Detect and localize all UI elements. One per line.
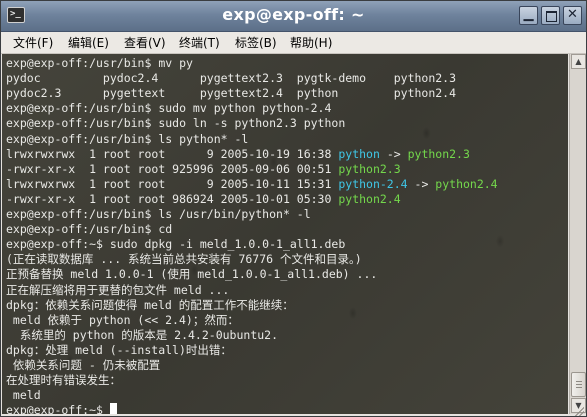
terminal-line: 依赖关系问题 - 仍未被配置 — [6, 357, 160, 373]
terminal-text: 正预备替换 meld 1.0.0-1 (使用 meld_1.0.0-1_all1… — [6, 267, 378, 282]
terminal-line: -rwxr-xr-x 1 root root 925996 2005-09-06… — [6, 161, 401, 177]
menu-terminal[interactable]: 终端(T) — [179, 34, 220, 51]
terminal-text: dpkg：依赖关系问题使得 meld 的配置工作不能继续： — [6, 297, 294, 312]
terminal-text: meld — [6, 388, 41, 403]
terminal-line: meld — [6, 387, 41, 403]
terminal-line: pydoc2.3 pygettext pygettext2.4 python p… — [6, 85, 456, 101]
terminal-text: exp@exp-off:/usr/bin$ cd — [6, 222, 173, 237]
terminal-window: >_ exp@exp-off: ~ ▁ ✕ 文件(F) 编辑(E) 查看(V) … — [0, 0, 587, 417]
terminal-text: 系统里的 python 的版本是 2.4.2-0ubuntu2. — [6, 327, 279, 342]
terminal-text: exp@exp-off:/usr/bin$ ls python* -l — [6, 131, 249, 146]
terminal-line: 系统里的 python 的版本是 2.4.2-0ubuntu2. — [6, 327, 278, 343]
grip-line — [576, 387, 582, 388]
window-title: exp@exp-off: ~ — [222, 5, 365, 24]
terminal-text: (正在读取数据库 ... 系统当前总共安装有 76776 个文件和目录。) — [6, 252, 362, 267]
menu-help[interactable]: 帮助(H) — [290, 34, 332, 51]
terminal-line: dpkg：依赖关系问题使得 meld 的配置工作不能继续： — [6, 297, 294, 313]
terminal-text: -> — [407, 176, 436, 191]
terminal-text: exp@exp-off:/usr/bin$ mv py — [6, 56, 193, 70]
grip-line — [576, 384, 582, 385]
executable-name: python2.3 — [407, 146, 470, 161]
terminal-text: 在处理时有错误发生： — [6, 373, 121, 388]
menu-edit[interactable]: 编辑(E) — [68, 34, 109, 51]
terminal-text: exp@exp-off:/usr/bin$ sudo ln -s python2… — [6, 116, 346, 131]
minimize-button[interactable]: ▁ — [519, 6, 538, 25]
maximize-icon — [546, 11, 557, 22]
terminal-line: exp@exp-off:~$ — [6, 402, 117, 414]
terminal-text: pydoc2.3 pygettext pygettext2.4 python p… — [6, 86, 457, 101]
executable-name: python2.4 — [435, 176, 498, 191]
terminal-text: pydoc pydoc2.4 pygettext2.3 pygtk-demo p… — [6, 71, 457, 86]
terminal-line: (正在读取数据库 ... 系统当前总共安装有 76776 个文件和目录。) — [6, 251, 362, 267]
executable-name: python2.4 — [338, 191, 401, 206]
terminal-output[interactable]: exp@exp-off:/usr/bin$ mv py pydoc pydoc2.… — [2, 54, 568, 414]
terminal-line: exp@exp-off:/usr/bin$ ls /usr/bin/python… — [6, 206, 311, 222]
terminal-text: -> — [379, 146, 408, 161]
terminal-text: -rwxr-xr-x 1 root root 925996 2005-09-06… — [6, 161, 339, 176]
terminal-text: meld 依赖于 python (<< 2.4)；然而： — [6, 312, 239, 327]
symlink-name: python — [338, 146, 380, 161]
terminal-text: exp@exp-off:/usr/bin$ sudo mv python pyt… — [6, 101, 332, 116]
maximize-button[interactable] — [541, 6, 560, 25]
terminal-line: exp@exp-off:/usr/bin$ mv py — [6, 55, 193, 71]
symlink-name: python-2.4 — [338, 176, 408, 191]
scroll-up-arrow-icon[interactable]: ▲ — [571, 54, 586, 69]
terminal-line: exp@exp-off:/usr/bin$ sudo ln -s python2… — [6, 115, 345, 131]
terminal-line: lrwxrwxrwx 1 root root 9 2005-10-19 16:3… — [6, 146, 470, 162]
terminal-text: lrwxrwxrwx 1 root root 9 2005-10-11 15:3… — [6, 176, 339, 191]
terminal-text: 正在解压缩将用于更替的包文件 meld ... — [6, 282, 230, 297]
terminal-line: 正预备替换 meld 1.0.0-1 (使用 meld_1.0.0-1_all1… — [6, 266, 377, 282]
terminal-line: exp@exp-off:/usr/bin$ cd — [6, 221, 172, 237]
terminal-line: meld 依赖于 python (<< 2.4)；然而： — [6, 312, 239, 328]
terminal-text: exp@exp-off:~$ sudo dpkg -i meld_1.0.0-1… — [6, 237, 346, 252]
terminal-line: -rwxr-xr-x 1 root root 986924 2005-10-01… — [6, 191, 401, 207]
terminal-text: 依赖关系问题 - 仍未被配置 — [6, 358, 161, 372]
terminal-line: pydoc pydoc2.4 pygettext2.3 pygtk-demo p… — [6, 70, 456, 86]
terminal-line: lrwxrwxrwx 1 root root 9 2005-10-11 15:3… — [6, 176, 498, 192]
terminal-text: -rwxr-xr-x 1 root root 986924 2005-10-01… — [6, 191, 339, 206]
terminal-text: exp@exp-off:/usr/bin$ ls /usr/bin/python… — [6, 207, 311, 221]
terminal-line: 在处理时有错误发生： — [6, 372, 121, 388]
terminal-line: exp@exp-off:/usr/bin$ ls python* -l — [6, 131, 248, 147]
title-bar[interactable]: >_ exp@exp-off: ~ ▁ ✕ — [1, 1, 586, 32]
vertical-scrollbar[interactable]: ▲ ▼ — [569, 54, 586, 414]
terminal-line: exp@exp-off:/usr/bin$ sudo mv python pyt… — [6, 100, 331, 116]
terminal-line: dpkg：处理 meld (--install)时出错： — [6, 342, 232, 358]
terminal-line: exp@exp-off:~$ sudo dpkg -i meld_1.0.0-1… — [6, 236, 345, 252]
close-button[interactable]: ✕ — [563, 6, 582, 25]
scroll-thumb[interactable] — [571, 372, 586, 397]
terminal-text: exp@exp-off:~$ — [6, 403, 110, 414]
terminal-line: 正在解压缩将用于更替的包文件 meld ... — [6, 282, 229, 298]
menu-bar: 文件(F) 编辑(E) 查看(V) 终端(T) 标签(B) 帮助(H) — [1, 32, 586, 54]
executable-name: python2.3 — [338, 161, 401, 176]
terminal-cursor — [109, 403, 117, 414]
menu-file[interactable]: 文件(F) — [13, 34, 53, 51]
terminal-text: lrwxrwxrwx 1 root root 9 2005-10-19 16:3… — [6, 146, 339, 161]
terminal-text: dpkg：处理 meld (--install)时出错： — [6, 342, 232, 357]
grip-line — [576, 381, 582, 382]
menu-tabs[interactable]: 标签(B) — [235, 34, 277, 51]
resize-grip-icon[interactable] — [574, 406, 584, 416]
menu-view[interactable]: 查看(V) — [124, 34, 166, 51]
